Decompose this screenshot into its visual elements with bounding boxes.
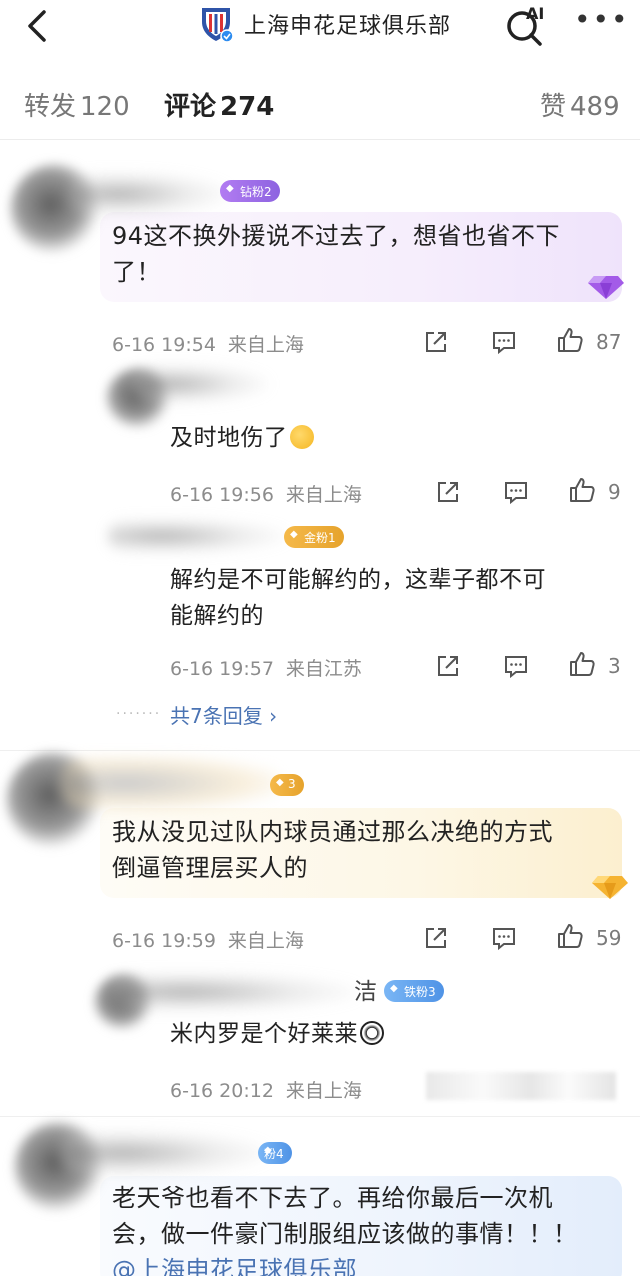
like-count: 87 (596, 330, 622, 354)
comment-icon[interactable] (502, 478, 530, 506)
tab-bar: 转发 120 评论 274 赞 489 (0, 70, 640, 140)
username-blurred[interactable] (110, 972, 360, 1012)
like-icon[interactable] (556, 922, 584, 950)
comment-text: 我从没见过队内球员通过那么决绝的方式 (112, 818, 553, 846)
thread-dots: ······· (116, 706, 162, 722)
blurred-actions (426, 1072, 616, 1100)
tab-repost[interactable]: 转发 120 (24, 86, 130, 123)
mention-link[interactable]: @上海申花足球俱乐部 (112, 1252, 357, 1276)
reply-text: 及时地伤了 (170, 420, 314, 456)
username-blurred[interactable] (130, 364, 270, 404)
username-blurred[interactable] (70, 172, 230, 216)
tab-comment[interactable]: 评论 274 (164, 86, 274, 123)
repost-icon[interactable] (434, 652, 462, 680)
more-options-icon[interactable]: ••• (574, 6, 630, 34)
like-count: 9 (608, 480, 621, 504)
fan-badge: 3 (270, 774, 304, 796)
like-count: 3 (608, 654, 621, 678)
divider (0, 1116, 640, 1117)
fan-badge: 粉4 (258, 1142, 292, 1164)
reply-meta: 6-16 19:57 来自江苏 (170, 658, 362, 680)
comment-icon[interactable] (490, 328, 518, 356)
ai-label: AI (526, 4, 544, 23)
repost-icon[interactable] (434, 478, 462, 506)
comment-meta: 6-16 19:59 来自上海 (112, 930, 304, 952)
reply-text: 米内罗是个好莱莱 (170, 1016, 384, 1052)
username-blurred[interactable] (108, 518, 288, 554)
more-replies-link[interactable]: 共7条回复 › (170, 700, 277, 729)
ai-search-icon[interactable]: AI (502, 2, 550, 46)
like-icon[interactable] (568, 650, 596, 678)
comment-text: 倒逼管理层买人的 (112, 854, 308, 882)
repost-icon[interactable] (422, 924, 450, 952)
comment-text: 老天爷也看不下去了。再给你最后一次机 (112, 1184, 553, 1212)
username-tail[interactable]: 洁 (354, 974, 378, 1010)
club-logo-icon (202, 8, 234, 43)
like-icon[interactable] (556, 326, 584, 354)
divider (0, 750, 640, 751)
tab-like[interactable]: 赞 489 (540, 86, 620, 123)
smirk-emoji-icon (289, 425, 314, 449)
comment-icon[interactable] (502, 652, 530, 680)
panda-emoji-icon (360, 1021, 384, 1045)
comment-icon[interactable] (490, 924, 518, 952)
username-blurred[interactable] (60, 1130, 270, 1176)
username-blurred[interactable] (60, 756, 280, 810)
top-bar: 上海申花足球俱乐部 AI ••• (0, 0, 640, 64)
like-icon[interactable] (568, 476, 596, 504)
like-count: 59 (596, 926, 622, 950)
reply-text: 解约是不可能解约的，这辈子都不可 (170, 567, 546, 593)
reply-meta: 6-16 20:12 来自上海 (170, 1080, 362, 1102)
repost-icon[interactable] (422, 328, 450, 356)
reply-meta: 6-16 19:56 来自上海 (170, 484, 362, 506)
reply-text: 能解约的 (170, 603, 264, 629)
comment-text: 会，做一件豪门制服组应该做的事情！！！ (112, 1220, 578, 1248)
comment-text: 94这不换外援说不过去了，想省也省不下 (112, 222, 561, 250)
back-arrow-icon[interactable] (18, 6, 58, 46)
comment-meta: 6-16 19:54 来自上海 (112, 334, 304, 356)
gold-fan-icon (592, 876, 628, 899)
page-title: 上海申花足球俱乐部 (244, 14, 452, 39)
diamond-fan-icon (588, 276, 624, 299)
fan-badge: 金粉1 (284, 526, 344, 548)
fan-badge: 铁粉3 (384, 980, 444, 1002)
fan-badge: 钻粉2 (220, 180, 280, 202)
comment-text: 了！ (112, 258, 161, 286)
